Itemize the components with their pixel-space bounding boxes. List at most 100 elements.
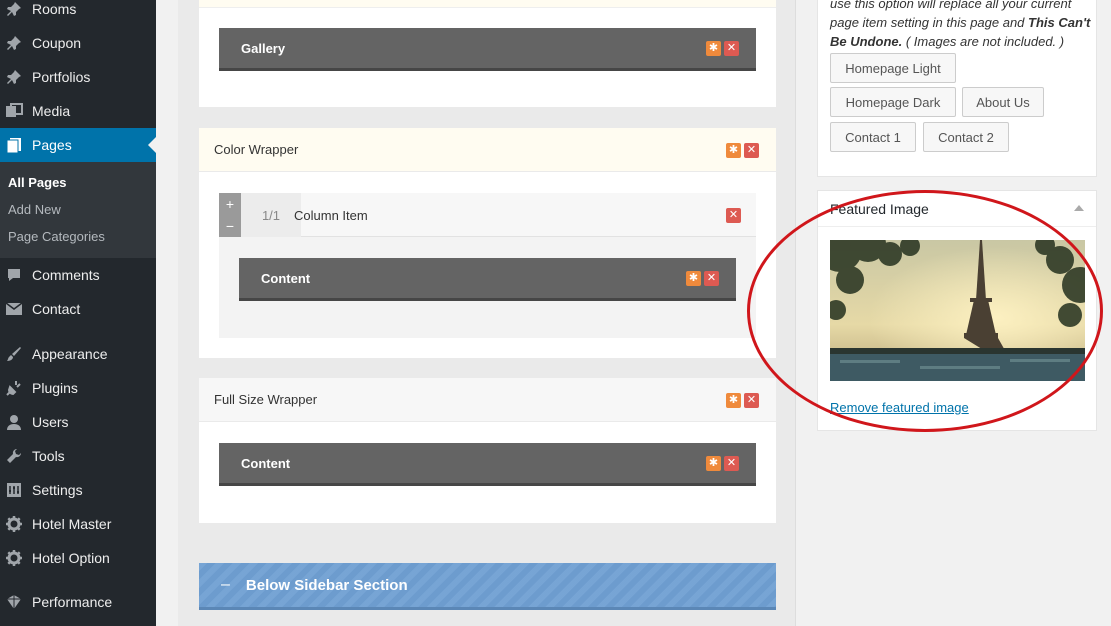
gear-icon[interactable]: ✱ xyxy=(706,456,721,471)
column-actions: ✕ xyxy=(726,208,741,223)
sidebar-item-media[interactable]: Media xyxy=(0,94,156,128)
close-icon[interactable]: ✕ xyxy=(724,41,739,56)
item-label: Gallery xyxy=(241,40,286,56)
sidebar-item-label: Rooms xyxy=(32,1,77,17)
close-icon[interactable]: ✕ xyxy=(726,208,741,223)
remove-featured-image-link[interactable]: Remove featured image xyxy=(830,400,969,415)
media-icon xyxy=(4,101,24,121)
close-icon[interactable]: ✕ xyxy=(704,271,719,286)
sidebar-item-label: Hotel Option xyxy=(32,550,110,566)
sidebar-item-label: Users xyxy=(32,414,69,430)
comments-icon xyxy=(4,265,24,285)
sidebar-item-label: Tools xyxy=(32,448,65,464)
brush-icon xyxy=(4,344,24,364)
column-header: + − 1/1 Column Item xyxy=(219,193,756,237)
sidebar-item-comments[interactable]: Comments xyxy=(0,258,156,292)
collapse-icon[interactable]: – xyxy=(221,576,230,594)
sidebar-item-plugins[interactable]: Plugins xyxy=(0,371,156,405)
featured-image-panel: Featured Image Remove featured image xyxy=(817,190,1097,431)
envelope-icon xyxy=(4,299,24,319)
gear-icon[interactable]: ✱ xyxy=(686,271,701,286)
minus-icon[interactable]: − xyxy=(219,215,241,237)
sidebar-item-label: Comments xyxy=(32,267,100,283)
gallery-item[interactable]: Gallery xyxy=(219,28,756,71)
column-title: Column Item xyxy=(294,208,368,223)
admin-sidebar: Rooms Coupon Portfolios Media Pages All … xyxy=(0,0,156,626)
sidebar-item-portfolios[interactable]: Portfolios xyxy=(0,60,156,94)
gear-icon[interactable]: ✱ xyxy=(726,143,741,158)
submenu-all-pages[interactable]: All Pages xyxy=(8,175,67,190)
item-actions: ✱ ✕ xyxy=(686,271,719,286)
pages-submenu: All Pages Add New Page Categories xyxy=(0,162,156,258)
settings-icon xyxy=(4,480,24,500)
sidebar-item-label: Pages xyxy=(32,137,72,153)
wrapper-header[interactable]: Color Wrapper xyxy=(199,128,776,172)
wrapper-header[interactable]: Full Size Wrapper xyxy=(199,378,776,422)
below-sidebar-section[interactable]: – Below Sidebar Section xyxy=(199,563,776,610)
gear-icon[interactable]: ✱ xyxy=(726,393,741,408)
close-icon[interactable]: ✕ xyxy=(744,143,759,158)
sidebar-item-pages[interactable]: Pages xyxy=(0,128,156,162)
warning-text: use this option will replace all your cu… xyxy=(830,0,1092,51)
sidebar-item-settings[interactable]: Settings xyxy=(0,473,156,507)
contact-2-button[interactable]: Contact 2 xyxy=(923,122,1009,152)
wrapper-actions: ✱ ✕ xyxy=(726,143,759,158)
item-label: Content xyxy=(241,455,291,471)
warning-suffix: ( Images are not included. ) xyxy=(905,34,1065,49)
sidebar-item-label: Contact xyxy=(32,301,81,317)
performance-icon xyxy=(4,592,24,612)
sidebar-item-contact[interactable]: Contact xyxy=(0,292,156,326)
sidebar-item-rooms[interactable]: Rooms xyxy=(0,0,156,26)
gear-icon xyxy=(4,548,24,568)
gear-icon[interactable]: ✱ xyxy=(706,41,721,56)
sidebar-item-coupon[interactable]: Coupon xyxy=(0,26,156,60)
content-item[interactable]: Content xyxy=(239,258,736,301)
eiffel-tower-photo xyxy=(830,240,1085,381)
contact-1-button[interactable]: Contact 1 xyxy=(830,122,916,152)
item-label: Content xyxy=(261,270,311,286)
sidebar-item-tools[interactable]: Tools xyxy=(0,439,156,473)
panel-title: Featured Image xyxy=(830,200,929,217)
wrapper-header xyxy=(199,0,776,8)
sidebar-item-users[interactable]: Users xyxy=(0,405,156,439)
user-icon xyxy=(4,412,24,432)
featured-image-thumbnail[interactable] xyxy=(830,240,1085,381)
sidebar-item-label: Coupon xyxy=(32,35,82,51)
column-size: 1/1 xyxy=(241,193,301,237)
pin-icon xyxy=(4,67,24,87)
gear-icon xyxy=(4,514,24,534)
collapse-arrow-icon[interactable] xyxy=(1074,205,1084,211)
sidebar-item-hotel-master[interactable]: Hotel Master xyxy=(0,507,156,541)
sidebar-item-label: Portfolios xyxy=(32,69,91,85)
plug-icon xyxy=(4,378,24,398)
homepage-dark-button[interactable]: Homepage Dark xyxy=(830,87,956,117)
pin-icon xyxy=(4,0,24,19)
pin-icon xyxy=(4,33,24,53)
close-icon[interactable]: ✕ xyxy=(724,456,739,471)
item-actions: ✱ ✕ xyxy=(706,41,739,56)
sidebar-item-label: Hotel Master xyxy=(32,516,112,532)
submenu-page-categories[interactable]: Page Categories xyxy=(8,229,105,244)
pages-icon xyxy=(4,135,24,155)
page-template-panel: use this option will replace all your cu… xyxy=(817,0,1097,177)
section-title: Below Sidebar Section xyxy=(245,576,408,594)
sidebar-item-appearance[interactable]: Appearance xyxy=(0,337,156,371)
homepage-light-button[interactable]: Homepage Light xyxy=(830,53,956,83)
sidebar-item-label: Appearance xyxy=(32,346,108,362)
wrapper-title: Full Size Wrapper xyxy=(214,392,318,407)
wrapper-title: Color Wrapper xyxy=(214,142,299,157)
sidebar-item-label: Settings xyxy=(32,482,83,498)
close-icon[interactable]: ✕ xyxy=(744,393,759,408)
sidebar-item-hotel-option[interactable]: Hotel Option xyxy=(0,541,156,575)
about-us-button[interactable]: About Us xyxy=(962,87,1044,117)
submenu-add-new[interactable]: Add New xyxy=(8,202,61,217)
featured-image-header[interactable]: Featured Image xyxy=(818,191,1096,227)
item-actions: ✱ ✕ xyxy=(706,456,739,471)
wrapper-actions: ✱ ✕ xyxy=(726,393,759,408)
plus-icon[interactable]: + xyxy=(219,193,241,215)
sidebar-item-label: Plugins xyxy=(32,380,78,396)
content-item[interactable]: Content xyxy=(219,443,756,486)
wrench-icon xyxy=(4,446,24,466)
sidebar-item-label: Performance xyxy=(32,594,113,610)
sidebar-item-performance[interactable]: Performance xyxy=(0,585,156,619)
